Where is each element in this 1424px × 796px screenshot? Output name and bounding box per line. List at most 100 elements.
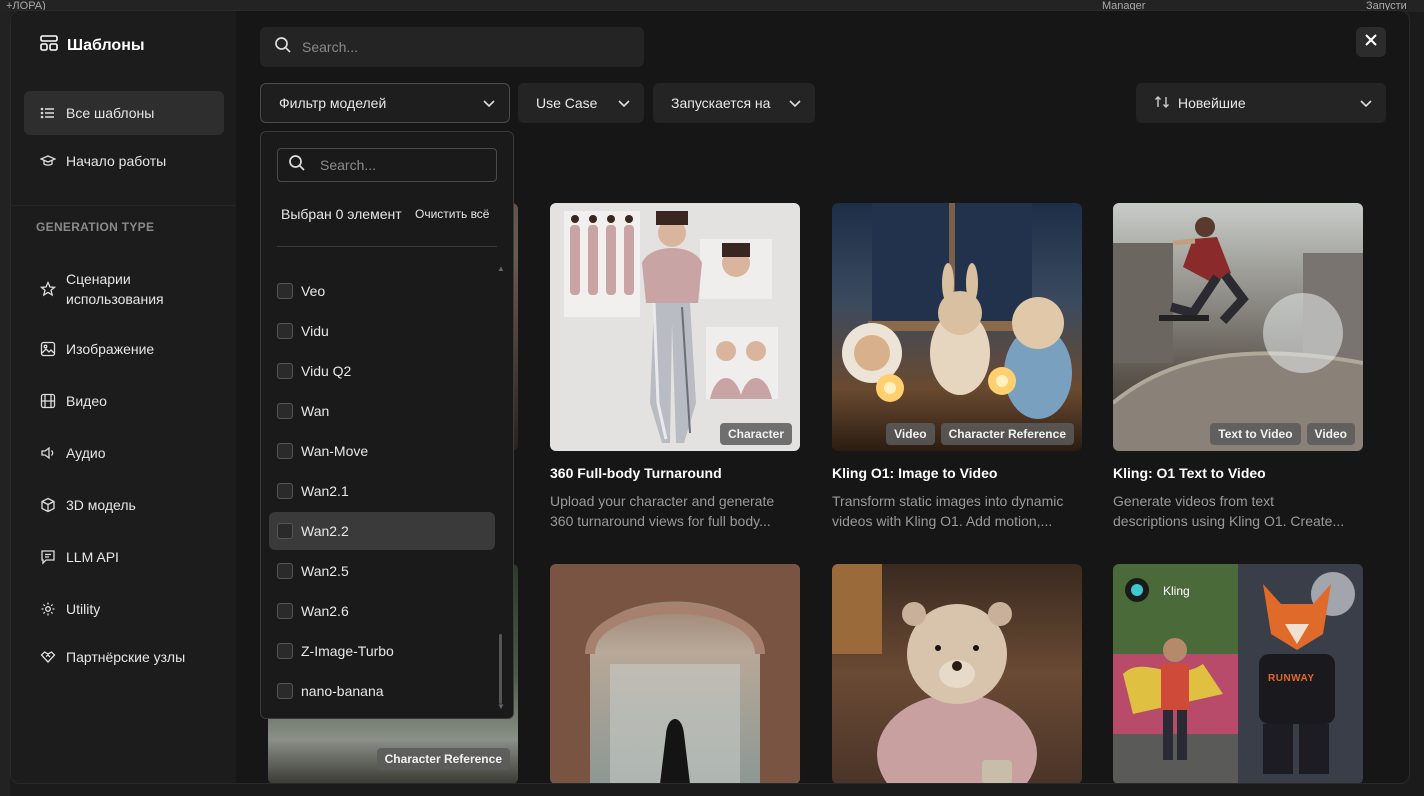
model-option[interactable]: Vidu bbox=[269, 312, 495, 350]
scroll-up-icon[interactable]: ▲ bbox=[497, 264, 505, 273]
graduation-cap-icon bbox=[40, 153, 56, 169]
brand: Шаблоны bbox=[39, 33, 145, 58]
use-case-dropdown[interactable]: Use Case bbox=[518, 83, 644, 123]
handshake-icon bbox=[40, 649, 56, 665]
sidebar-item-label: Все шаблоны bbox=[66, 105, 155, 121]
clear-all-button[interactable]: Очистить всё bbox=[415, 207, 489, 221]
sidebar-item-all-templates[interactable]: Все шаблоны bbox=[24, 91, 224, 135]
model-filter-dropdown[interactable]: Фильтр моделей bbox=[260, 83, 510, 123]
card-title: Kling: O1 Text to Video bbox=[1113, 465, 1266, 481]
model-option[interactable]: Z-Image-Turbo bbox=[269, 632, 495, 670]
model-option-label: Vidu bbox=[301, 323, 329, 339]
sidebar-item-label: Utility bbox=[66, 601, 101, 617]
sidebar-item-use-cases[interactable]: Сценарии использования bbox=[24, 265, 224, 313]
checkbox[interactable] bbox=[277, 323, 293, 339]
close-icon bbox=[1364, 33, 1378, 52]
model-option-label: Wan2.1 bbox=[301, 483, 349, 499]
scroll-down-icon[interactable]: ▼ bbox=[497, 702, 505, 711]
brand-title: Шаблоны bbox=[67, 36, 145, 54]
template-card-360-turnaround[interactable]: Character 360 Full-body Turnaround Uploa… bbox=[550, 203, 800, 531]
sidebar-item-getting-started[interactable]: Начало работы bbox=[24, 139, 224, 183]
card-description: Upload your character and generate 360 tu… bbox=[550, 491, 800, 531]
checkbox[interactable] bbox=[277, 683, 293, 699]
checkbox[interactable] bbox=[277, 363, 293, 379]
template-card-kling-image-to-video[interactable]: Video Character Reference Kling O1: Image… bbox=[832, 203, 1082, 531]
template-card[interactable]: Kling RUNWAY bbox=[1113, 564, 1363, 783]
section-heading: GENERATION TYPE bbox=[36, 220, 155, 234]
dropdown-scrollbar[interactable] bbox=[499, 634, 502, 704]
model-option[interactable]: Veo bbox=[269, 272, 495, 310]
checkbox[interactable] bbox=[277, 563, 293, 579]
model-option[interactable]: Wan bbox=[269, 392, 495, 430]
card-description: Transform static images into dynamic vide… bbox=[832, 491, 1082, 531]
sidebar-item-llm-api[interactable]: LLM API bbox=[24, 535, 224, 579]
model-option[interactable]: Wan2.5 bbox=[269, 552, 495, 590]
search-input[interactable] bbox=[302, 39, 622, 55]
sort-dropdown[interactable]: Новейшие bbox=[1136, 83, 1386, 123]
sidebar-item-label: Аудио bbox=[66, 445, 106, 461]
tag-badge: Video bbox=[886, 423, 935, 445]
chevron-down-icon bbox=[483, 95, 495, 111]
card-title: 360 Full-body Turnaround bbox=[550, 465, 722, 481]
sidebar-item-label: Видео bbox=[66, 393, 107, 409]
image-icon bbox=[40, 341, 56, 357]
speaker-icon bbox=[40, 445, 56, 461]
sidebar-item-3d-model[interactable]: 3D модель bbox=[24, 483, 224, 527]
sidebar-item-audio[interactable]: Аудио bbox=[24, 431, 224, 475]
model-search-input[interactable] bbox=[320, 157, 480, 173]
dropdown-divider bbox=[277, 246, 497, 247]
sidebar-item-label: LLM API bbox=[66, 549, 119, 565]
filter-label: Use Case bbox=[536, 95, 598, 111]
filter-label: Фильтр моделей bbox=[279, 95, 387, 111]
overlay-text: Kling bbox=[1163, 584, 1190, 598]
card-description-line: Generate videos from text bbox=[1113, 493, 1275, 509]
card-thumbnail: Text to Video Video bbox=[1113, 203, 1363, 451]
sidebar-item-video[interactable]: Видео bbox=[24, 379, 224, 423]
sidebar-item-utility[interactable]: Utility bbox=[24, 587, 224, 631]
sidebar-item-label: Начало работы bbox=[66, 153, 167, 169]
card-thumbnail: Video Character Reference bbox=[832, 203, 1082, 451]
model-option[interactable]: Wan-Move bbox=[269, 432, 495, 470]
checkbox[interactable] bbox=[277, 523, 293, 539]
template-card[interactable] bbox=[550, 564, 800, 783]
checkbox[interactable] bbox=[277, 403, 293, 419]
sidebar-item-label: 3D модель bbox=[66, 497, 136, 513]
gear-icon bbox=[40, 601, 56, 617]
sidebar-item-partner-nodes[interactable]: Партнёрские узлы bbox=[24, 635, 224, 679]
model-option-label: Veo bbox=[301, 283, 326, 299]
template-search[interactable] bbox=[260, 27, 644, 67]
checkbox[interactable] bbox=[277, 443, 293, 459]
close-button[interactable] bbox=[1356, 27, 1386, 57]
model-search[interactable] bbox=[277, 148, 497, 182]
model-option[interactable]: Wan2.1 bbox=[269, 472, 495, 510]
selected-count: Выбран 0 элемент bbox=[281, 206, 402, 222]
model-option[interactable]: Wan2.2 bbox=[269, 512, 495, 550]
model-option-label: Wan2.5 bbox=[301, 563, 349, 579]
template-card[interactable] bbox=[832, 564, 1082, 783]
filter-label: Запускается на bbox=[671, 95, 771, 111]
model-option[interactable]: nano-banana bbox=[269, 672, 495, 710]
model-option-label: Wan2.6 bbox=[301, 603, 349, 619]
tag-badge: Video bbox=[1306, 423, 1355, 445]
card-description: Generate videos from text descriptions us… bbox=[1113, 491, 1363, 531]
tag-badge: Character Reference bbox=[376, 748, 510, 770]
model-option[interactable]: Wan2.6 bbox=[269, 592, 495, 630]
checkbox[interactable] bbox=[277, 643, 293, 659]
runs-on-dropdown[interactable]: Запускается на bbox=[653, 83, 815, 123]
tag-badge: Character Reference bbox=[940, 423, 1074, 445]
sidebar-item-label: Партнёрские узлы bbox=[66, 649, 186, 665]
templates-icon bbox=[39, 33, 59, 58]
card-thumbnail: Character bbox=[550, 203, 800, 451]
checkbox[interactable] bbox=[277, 483, 293, 499]
card-thumbnail bbox=[550, 564, 800, 783]
template-card-kling-text-to-video[interactable]: Text to Video Video Kling: O1 Text to Vid… bbox=[1113, 203, 1363, 531]
chevron-down-icon bbox=[789, 95, 801, 111]
checkbox[interactable] bbox=[277, 283, 293, 299]
sidebar-item-label: Изображение bbox=[66, 341, 155, 357]
model-option[interactable]: Vidu Q2 bbox=[269, 352, 495, 390]
list-icon bbox=[40, 105, 56, 121]
card-thumbnail bbox=[832, 564, 1082, 783]
model-option-label: Vidu Q2 bbox=[301, 363, 352, 379]
sidebar-item-image[interactable]: Изображение bbox=[24, 327, 224, 371]
checkbox[interactable] bbox=[277, 603, 293, 619]
